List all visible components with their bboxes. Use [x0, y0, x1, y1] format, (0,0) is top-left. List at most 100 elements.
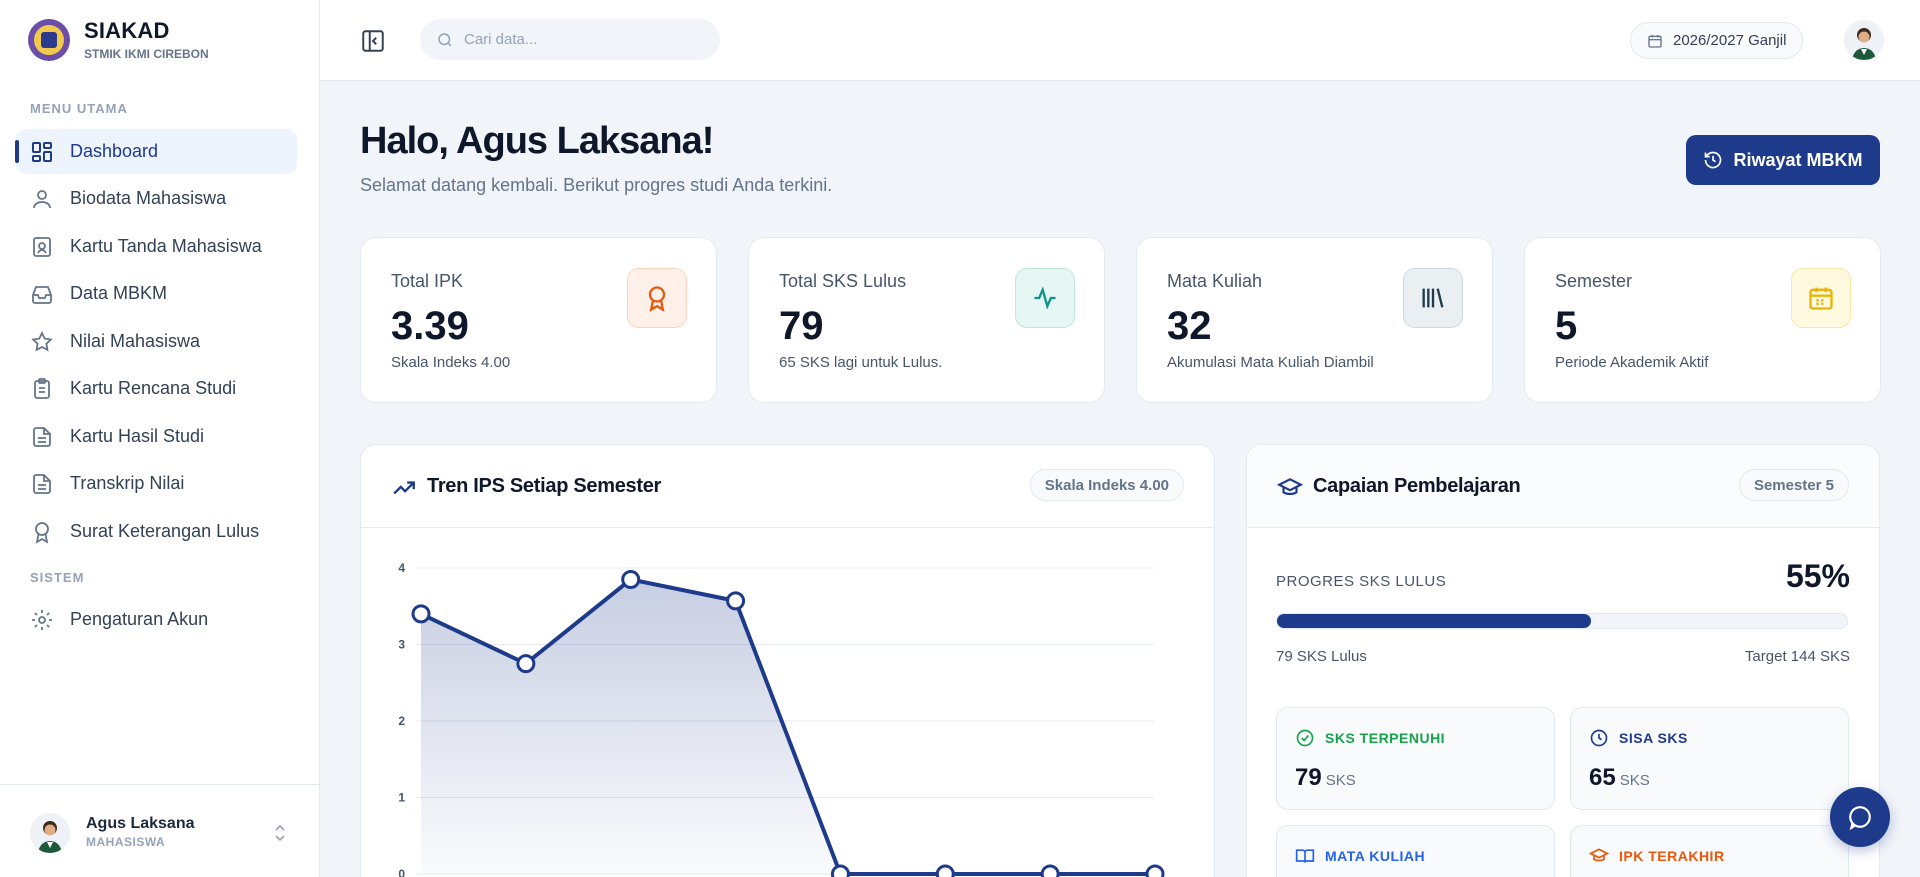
sidebar-item-label: Kartu Tanda Mahasiswa: [70, 236, 262, 256]
sidebar-toggle-icon[interactable]: [360, 28, 386, 54]
progress-target: Target 144 SKS: [1744, 648, 1850, 665]
ips-trend-chart: 0 1 2 3 4: [398, 561, 1165, 877]
user-profile[interactable]: Agus Laksana MAHASISWA: [0, 784, 320, 877]
id-card-icon: [30, 235, 54, 259]
graduation-cap-icon: [1589, 848, 1609, 862]
calendar-icon: [1648, 34, 1662, 48]
stat-card-matakuliah: Mata Kuliah 32 Akumulasi Mata Kuliah Dia…: [1136, 237, 1493, 403]
card-header: Tren IPS Setiap Semester Skala Indeks 4.…: [361, 445, 1214, 528]
stat-note: Periode Akademik Aktif: [1555, 354, 1709, 371]
progress-current: 79 SKS Lulus: [1276, 648, 1367, 665]
sidebar-item-mbkm[interactable]: Data MBKM: [16, 271, 297, 316]
mini-label: MATA KULIAH: [1325, 848, 1426, 864]
mini-card-sks-terpenuhi: SKS TERPENUHI 79 SKS: [1276, 707, 1555, 810]
sidebar-item-ktm[interactable]: Kartu Tanda Mahasiswa: [16, 224, 297, 269]
stat-value: 79: [779, 304, 824, 348]
stat-note: Akumulasi Mata Kuliah Diambil: [1167, 354, 1374, 371]
brand: SIAKAD STMIK IKMI CIREBON: [28, 18, 209, 61]
library-icon: [1403, 268, 1463, 328]
stat-label: Mata Kuliah: [1167, 271, 1263, 291]
file-text-icon: [30, 472, 54, 496]
stat-label: Total SKS Lulus: [779, 271, 907, 291]
sidebar-item-label: Biodata Mahasiswa: [70, 188, 227, 208]
progress-bar: [1276, 613, 1848, 629]
brand-subtitle: STMIK IKMI CIREBON: [84, 47, 209, 61]
search-input[interactable]: [464, 31, 694, 48]
y-tick-label: 0: [398, 867, 405, 877]
sidebar-item-label: Kartu Hasil Studi: [70, 426, 205, 446]
section-label-main: MENU UTAMA: [30, 101, 128, 116]
stat-card-sks: Total SKS Lulus 79 65 SKS lagi untuk Lul…: [748, 237, 1105, 403]
chat-button[interactable]: [1830, 787, 1890, 847]
card-title: Capaian Pembelajaran: [1313, 475, 1521, 497]
sidebar-item-krs[interactable]: Kartu Rencana Studi: [16, 366, 297, 411]
avatar[interactable]: [1844, 20, 1884, 60]
card-title: Tren IPS Setiap Semester: [427, 475, 662, 497]
award-icon: [627, 268, 687, 328]
sidebar-item-label: Data MBKM: [70, 283, 168, 303]
search-bar[interactable]: [420, 19, 720, 60]
ips-trend-card: Tren IPS Setiap Semester Skala Indeks 4.…: [360, 444, 1215, 877]
clock-icon: [1590, 729, 1608, 747]
mini-label: IPK TERAKHIR: [1619, 848, 1725, 864]
sidebar-item-label: Dashboard: [70, 141, 159, 161]
star-icon: [30, 330, 54, 354]
sidebar-item-label: Surat Keterangan Lulus: [70, 521, 260, 541]
profile-name: Agus Laksana: [86, 815, 195, 832]
stat-card-ipk: Total IPK 3.39 Skala Indeks 4.00: [360, 237, 717, 403]
stat-note: Skala Indeks 4.00: [391, 354, 511, 371]
data-point: [1040, 864, 1060, 877]
sidebar-item-transkrip[interactable]: Transkrip Nilai: [16, 461, 297, 506]
profile-role: MAHASISWA: [86, 835, 166, 849]
sidebar: SIAKAD STMIK IKMI CIREBON MENU UTAMA Das…: [0, 0, 320, 877]
graduation-cap-icon: [1277, 478, 1303, 496]
history-icon: [1705, 151, 1722, 169]
sidebar-item-khs[interactable]: Kartu Hasil Studi: [16, 414, 297, 459]
topbar: 2026/2027 Ganjil: [320, 0, 1920, 81]
dashboard-icon: [30, 140, 54, 164]
sidebar-item-label: Transkrip Nilai: [70, 473, 185, 493]
y-tick-label: 1: [398, 791, 405, 805]
stat-card-semester: Semester 5 Periode Akademik Aktif: [1524, 237, 1881, 403]
progress-fill: [1277, 614, 1591, 628]
progress-percent: 55%: [1785, 558, 1850, 594]
data-point: [830, 864, 850, 877]
y-tick-label: 3: [398, 638, 405, 652]
riwayat-mbkm-button[interactable]: Riwayat MBKM: [1686, 135, 1880, 185]
data-point: [726, 591, 746, 611]
y-tick-label: 2: [398, 714, 405, 728]
sidebar-item-biodata[interactable]: Biodata Mahasiswa: [16, 176, 297, 221]
card-header: Capaian Pembelajaran Semester 5: [1247, 445, 1879, 528]
activity-icon: [1015, 268, 1075, 328]
button-label: Riwayat MBKM: [1733, 149, 1863, 170]
mini-value: 79: [1295, 764, 1322, 791]
mini-value: 65: [1589, 764, 1616, 791]
brand-title: SIAKAD: [84, 18, 170, 43]
sidebar-item-settings[interactable]: Pengaturan Akun: [16, 597, 297, 642]
mini-card-ipk-terakhir: IPK TERAKHIR: [1570, 825, 1849, 877]
data-point: [411, 604, 431, 624]
check-circle-icon: [1296, 729, 1314, 747]
period-label: 2026/2027 Ganjil: [1673, 32, 1787, 49]
data-point: [935, 864, 955, 877]
avatar: [30, 813, 70, 853]
award-icon: [30, 520, 54, 544]
stat-note: 65 SKS lagi untuk Lulus.: [779, 354, 943, 371]
calendar-icon: [1791, 268, 1851, 328]
stat-label: Total IPK: [391, 271, 464, 291]
page-subtitle: Selamat datang kembali. Berikut progres …: [360, 175, 833, 195]
sidebar-item-skl[interactable]: Surat Keterangan Lulus: [16, 509, 297, 554]
stat-label: Semester: [1555, 271, 1633, 291]
chevrons-up-down-icon[interactable]: [272, 823, 288, 843]
y-tick-label: 4: [398, 561, 405, 575]
mini-card-mata-kuliah: MATA KULIAH: [1276, 825, 1555, 877]
gear-icon: [30, 608, 54, 632]
clipboard-icon: [30, 377, 54, 401]
academic-period-selector[interactable]: 2026/2027 Ganjil: [1630, 22, 1804, 59]
sidebar-item-label: Pengaturan Akun: [70, 609, 209, 629]
stat-value: 5: [1555, 304, 1578, 348]
sidebar-item-dashboard[interactable]: Dashboard: [15, 129, 297, 174]
stat-value: 3.39: [391, 304, 469, 348]
sidebar-item-nilai[interactable]: Nilai Mahasiswa: [16, 319, 297, 364]
mini-label: SKS TERPENUHI: [1325, 730, 1446, 746]
